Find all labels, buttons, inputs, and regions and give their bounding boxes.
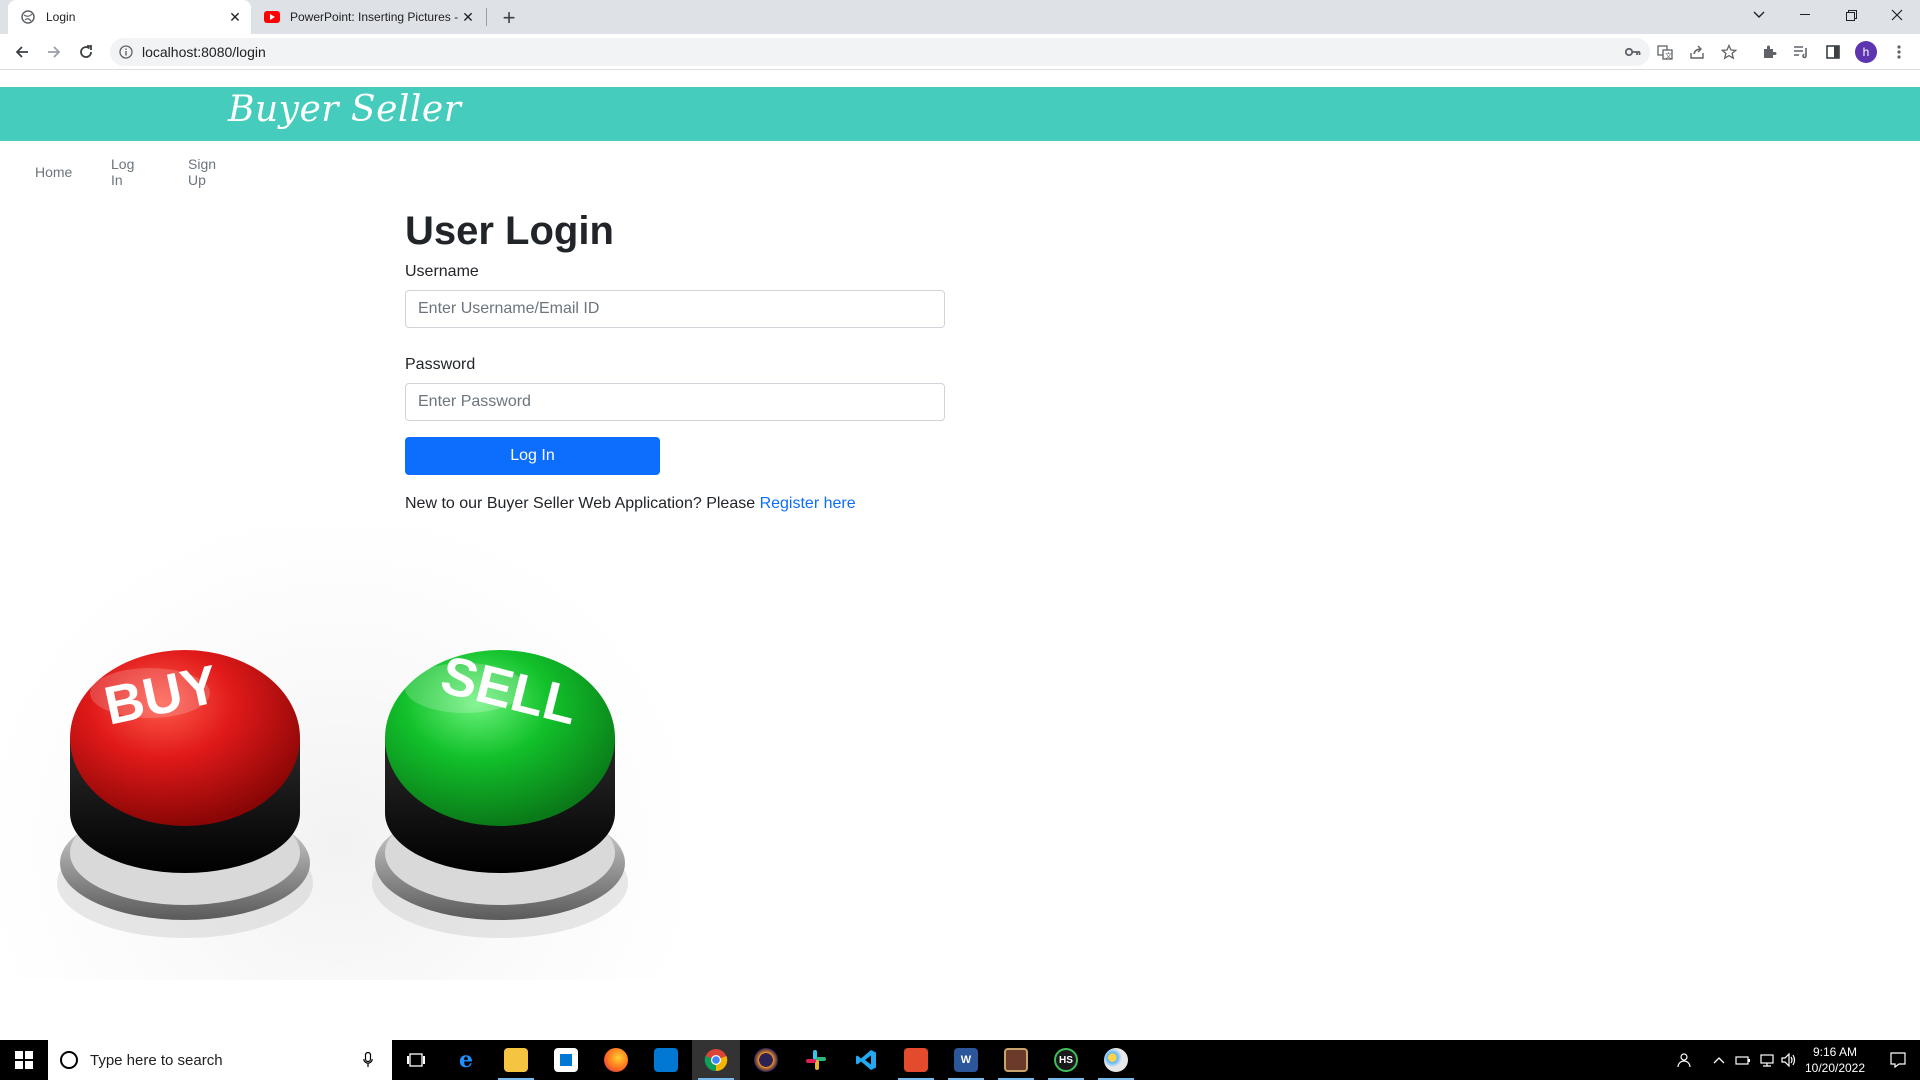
svg-text:文: 文 [1665, 51, 1672, 60]
buy-button-graphic: BUY [57, 650, 313, 938]
site-brand[interactable]: Buyer Seller [228, 89, 461, 130]
tab-search-chevron-icon[interactable] [1736, 0, 1782, 30]
translate-icon[interactable]: 文 [1653, 40, 1677, 64]
page-title: User Login [405, 209, 614, 253]
clock-date: 10/20/2022 [1804, 1061, 1866, 1075]
back-arrow-icon[interactable] [8, 38, 36, 66]
reading-list-icon[interactable] [1789, 40, 1813, 64]
forward-arrow-icon[interactable] [40, 38, 68, 66]
close-window-button[interactable] [1874, 0, 1920, 30]
nav-login-link[interactable]: Log In [111, 156, 134, 188]
password-label: Password [405, 356, 476, 373]
close-tab-icon[interactable]: ✕ [458, 7, 478, 27]
paint-icon[interactable] [1092, 1040, 1140, 1080]
windows-logo-icon [15, 1051, 33, 1069]
volume-icon[interactable] [1778, 1040, 1800, 1080]
mail-icon[interactable] [642, 1040, 690, 1080]
file-explorer-icon[interactable] [492, 1040, 540, 1080]
notification-center-icon[interactable] [1876, 1040, 1920, 1080]
register-note: New to our Buyer Seller Web Application?… [405, 495, 945, 513]
youtube-icon [264, 9, 280, 25]
tab-title: PowerPoint: Inserting Pictures - Y [290, 10, 458, 24]
tab-title: Login [46, 10, 76, 24]
browser-tab-strip: Login ✕ PowerPoint: Inserting Pictures -… [0, 0, 1920, 34]
eclipse-icon[interactable] [742, 1040, 790, 1080]
edge-legacy-icon[interactable]: e [442, 1040, 490, 1080]
username-label: Username [405, 263, 479, 280]
sell-button-graphic: SELL [372, 645, 628, 938]
share-icon[interactable] [1685, 40, 1709, 64]
start-button[interactable] [0, 1040, 48, 1080]
tab-powerpoint-video[interactable]: PowerPoint: Inserting Pictures - Y ✕ [252, 0, 484, 34]
tab-login[interactable]: Login ✕ [8, 0, 251, 34]
taskbar-search-box[interactable]: Type here to search [48, 1040, 392, 1080]
profile-avatar[interactable]: h [1855, 41, 1877, 63]
login-form: User Login Username Password Log In New … [405, 205, 945, 513]
extensions-puzzle-icon[interactable] [1757, 40, 1781, 64]
buy-sell-hero-image: BUY SELL [0, 528, 680, 980]
site-info-icon[interactable] [118, 44, 134, 60]
chevron-up-icon[interactable] [1708, 1040, 1730, 1080]
store-icon[interactable] [542, 1040, 590, 1080]
username-input[interactable] [405, 290, 945, 328]
search-placeholder: Type here to search [90, 1051, 223, 1069]
more-menu-icon[interactable] [1887, 40, 1911, 64]
close-tab-icon[interactable]: ✕ [225, 7, 245, 27]
side-panel-icon[interactable] [1821, 40, 1845, 64]
globe-icon [20, 9, 36, 25]
cortana-circle-icon [60, 1051, 78, 1069]
register-note-text: New to our Buyer Seller Web Application?… [405, 495, 760, 512]
minimize-button[interactable] [1782, 0, 1828, 30]
people-icon[interactable] [1668, 1040, 1698, 1080]
acrobat-icon[interactable] [892, 1040, 940, 1080]
browser-toolbar: localhost:8080/login 文 h [0, 34, 1920, 70]
new-tab-button[interactable]: + [496, 5, 522, 31]
app-icon[interactable] [992, 1040, 1040, 1080]
buy-sell-illustration: BUY SELL [57, 645, 628, 938]
restore-button[interactable] [1828, 0, 1874, 30]
network-icon[interactable] [1756, 1040, 1778, 1080]
register-link[interactable]: Register here [760, 495, 856, 512]
bookmark-star-icon[interactable] [1717, 40, 1741, 64]
clock-time: 9:16 AM [1812, 1045, 1858, 1059]
hs-app-icon[interactable]: HS [1042, 1040, 1090, 1080]
vscode-icon[interactable] [842, 1040, 890, 1080]
password-input[interactable] [405, 383, 945, 421]
tab-separator [486, 8, 487, 26]
slack-icon[interactable] [792, 1040, 840, 1080]
key-icon[interactable] [1621, 40, 1645, 64]
task-view-icon[interactable] [392, 1040, 440, 1080]
site-header: Buyer Seller [0, 87, 1920, 141]
taskbar-clock[interactable]: 9:16 AM 10/20/2022 [1798, 1044, 1872, 1076]
battery-icon[interactable] [1732, 1040, 1754, 1080]
address-bar[interactable]: localhost:8080/login [110, 38, 1650, 66]
firefox-icon[interactable] [592, 1040, 640, 1080]
nav-home-link[interactable]: Home [35, 164, 72, 180]
login-button[interactable]: Log In [405, 437, 660, 475]
microphone-icon[interactable] [356, 1048, 380, 1072]
url-text: localhost:8080/login [142, 44, 266, 60]
nav-signup-link[interactable]: Sign Up [188, 156, 216, 188]
word-icon[interactable]: W [942, 1040, 990, 1080]
windows-taskbar: Type here to search e W HS 9:16 AM 10/20… [0, 1040, 1920, 1080]
chrome-icon[interactable] [692, 1040, 740, 1080]
reload-icon[interactable] [72, 38, 100, 66]
